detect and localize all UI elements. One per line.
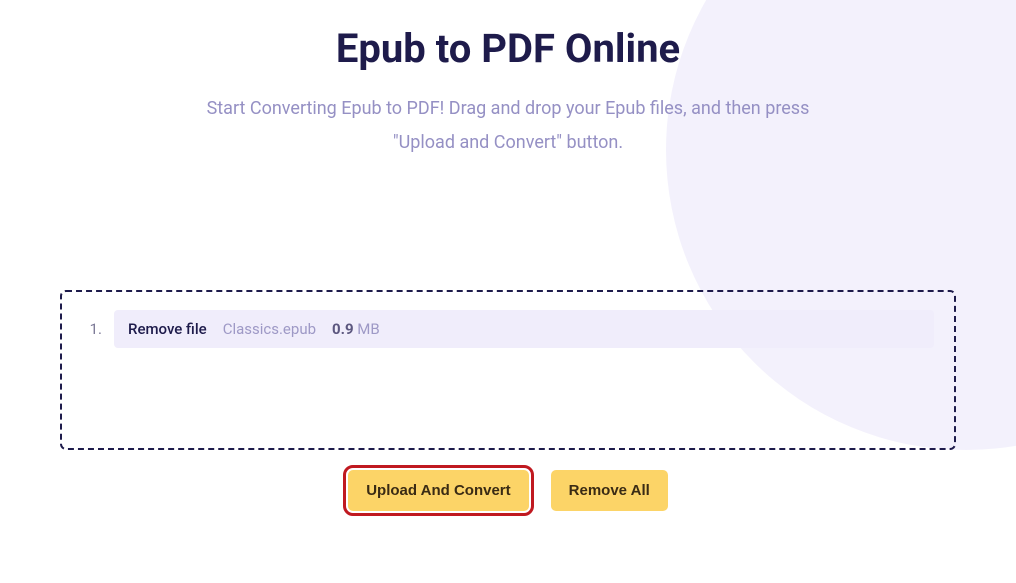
upload-convert-button[interactable]: Upload And Convert bbox=[348, 470, 528, 511]
file-row: 1. Remove file Classics.epub 0.9 MB bbox=[82, 310, 934, 348]
file-index: 1. bbox=[82, 320, 102, 338]
file-entry: Remove file Classics.epub 0.9 MB bbox=[114, 310, 934, 348]
file-name: Classics.epub bbox=[223, 320, 316, 338]
action-buttons: Upload And Convert Remove All bbox=[0, 470, 1016, 511]
remove-all-button[interactable]: Remove All bbox=[551, 470, 668, 511]
remove-file-link[interactable]: Remove file bbox=[128, 320, 207, 338]
file-dropzone[interactable]: 1. Remove file Classics.epub 0.9 MB bbox=[60, 290, 956, 450]
file-size-number: 0.9 bbox=[332, 320, 354, 338]
page-subtitle: Start Converting Epub to PDF! Drag and d… bbox=[198, 92, 818, 160]
page-title: Epub to PDF Online bbox=[0, 25, 1016, 72]
file-size: 0.9 MB bbox=[332, 320, 380, 338]
file-size-unit: MB bbox=[354, 320, 380, 338]
